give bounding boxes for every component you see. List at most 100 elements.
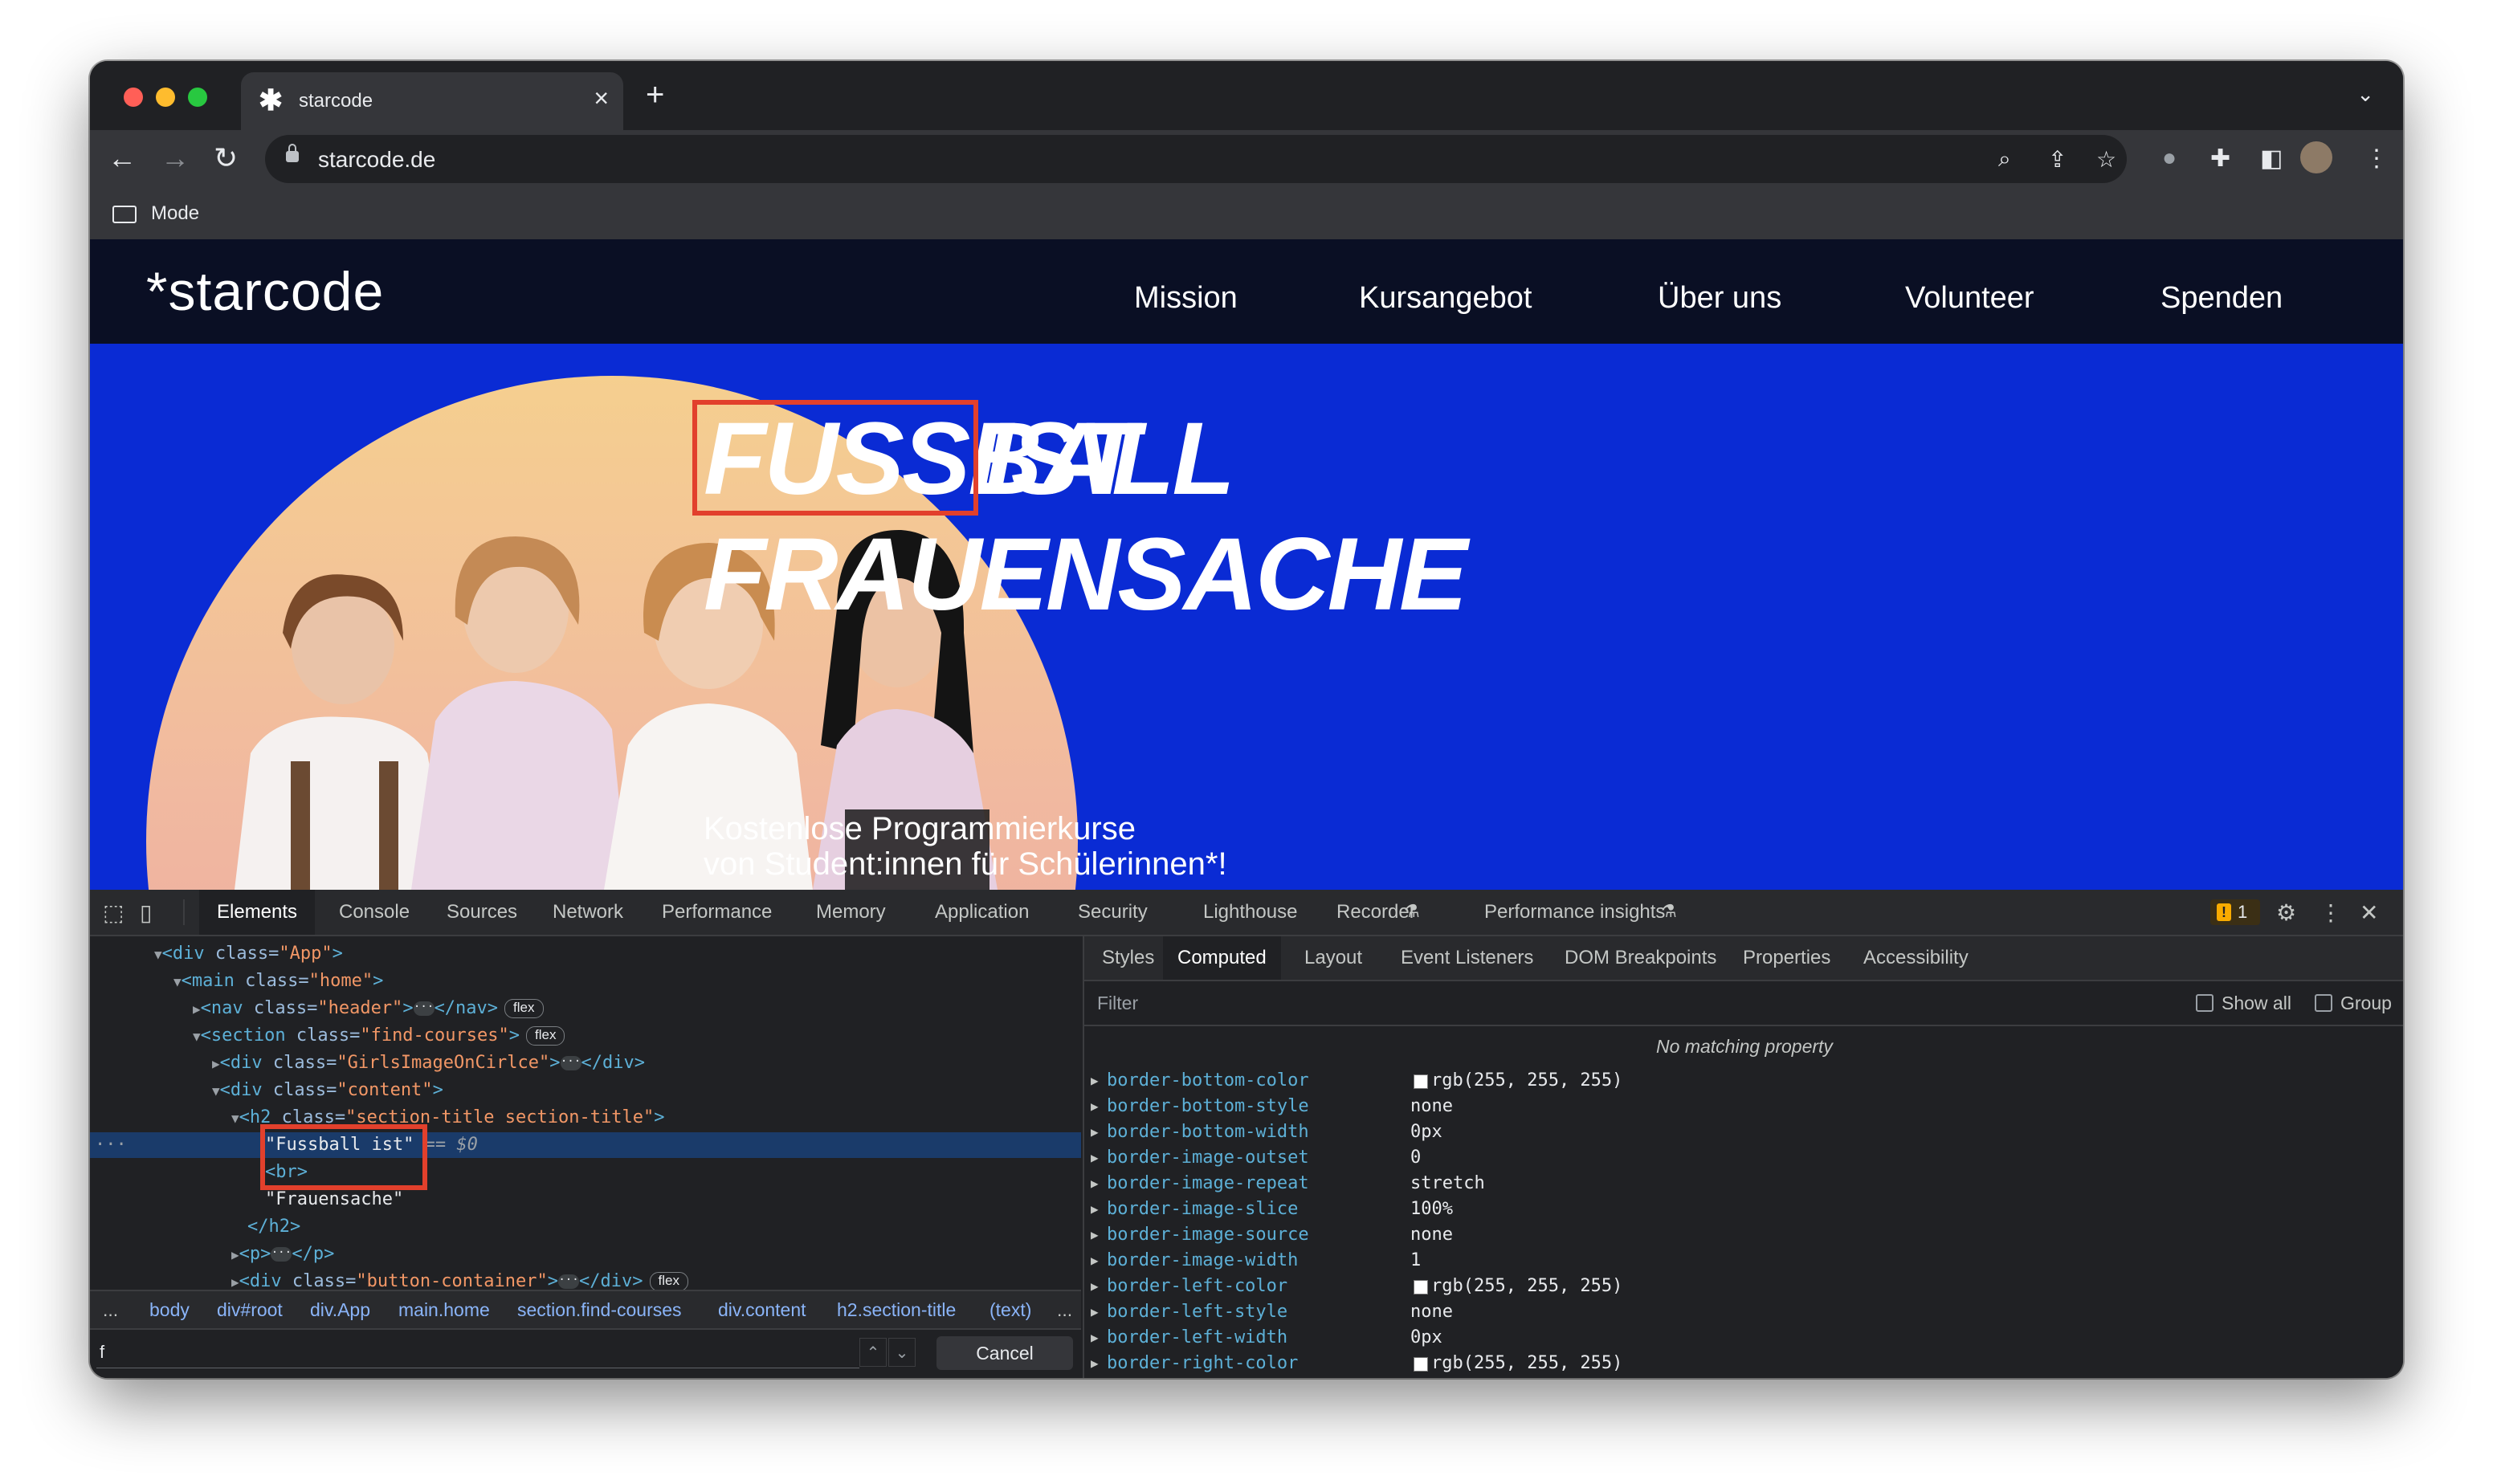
computed-property-row[interactable]: ▶ border-image-source none xyxy=(1084,1222,2403,1248)
dom-node[interactable]: ▼<h2 class="section-title section-title"… xyxy=(90,1105,1081,1131)
computed-property-row[interactable]: ▶ border-left-width 0px xyxy=(1084,1325,2403,1351)
dom-node[interactable]: ▶<nav class="header">···</nav> flex xyxy=(90,996,1081,1021)
expand-triangle-icon[interactable]: ▶ xyxy=(1091,1248,1099,1274)
expand-triangle-icon[interactable]: ▶ xyxy=(1091,1299,1099,1325)
ellipsis-icon[interactable]: ··· xyxy=(413,1001,435,1016)
nav-link-mission[interactable]: Mission xyxy=(1134,281,1238,316)
nav-link-ueber-uns[interactable]: Über uns xyxy=(1658,281,1781,316)
subtab-styles[interactable]: Styles xyxy=(1087,936,1169,980)
more-menu-icon[interactable]: ⋮ xyxy=(2364,145,2389,173)
cancel-search-button[interactable]: Cancel xyxy=(936,1336,1073,1370)
breadcrumb-main-home[interactable]: main.home xyxy=(398,1299,490,1321)
back-icon[interactable]: ← xyxy=(108,138,137,178)
new-tab-icon[interactable]: + xyxy=(646,79,664,111)
expand-triangle-icon[interactable]: ▶ xyxy=(1091,1351,1099,1376)
filter-input[interactable]: Filter xyxy=(1097,993,1138,1014)
tab-application[interactable]: Application xyxy=(917,890,1047,935)
color-swatch[interactable] xyxy=(1414,1280,1428,1294)
nav-link-volunteer[interactable]: Volunteer xyxy=(1905,281,2034,316)
search-prev-icon[interactable]: ⌃ xyxy=(859,1338,887,1367)
dom-node[interactable]: "Frauensache" xyxy=(90,1187,1081,1213)
dom-node[interactable]: <br> xyxy=(90,1160,1081,1185)
computed-property-row[interactable]: ▶ border-bottom-style none xyxy=(1084,1094,2403,1119)
maximize-window-button[interactable] xyxy=(188,88,207,107)
reload-icon[interactable]: ↻ xyxy=(214,138,238,178)
side-panel-icon[interactable]: ◧ xyxy=(2260,145,2283,173)
dom-node[interactable]: </h2> xyxy=(90,1214,1081,1240)
issues-badge[interactable]: ! 1 xyxy=(2210,899,2260,925)
site-logo[interactable]: *starcode xyxy=(146,260,384,323)
nav-link-spenden[interactable]: Spenden xyxy=(2160,281,2283,316)
subtab-computed[interactable]: Computed xyxy=(1163,936,1281,980)
extension-icon[interactable]: ● xyxy=(2162,145,2177,172)
tab-memory[interactable]: Memory xyxy=(798,890,904,935)
dom-node[interactable]: ▼<main class="home"> xyxy=(90,968,1081,994)
flex-badge[interactable]: flex xyxy=(649,1272,688,1290)
color-swatch[interactable] xyxy=(1414,1074,1428,1089)
show-all-label[interactable]: Show all xyxy=(2222,993,2291,1014)
computed-property-row[interactable]: ▶ border-left-style none xyxy=(1084,1299,2403,1325)
tab-performance[interactable]: Performance xyxy=(644,890,790,935)
tab-security[interactable]: Security xyxy=(1060,890,1165,935)
tab-search-chevron-icon[interactable]: ⌄ xyxy=(2356,82,2374,107)
expand-triangle-icon[interactable]: ▶ xyxy=(1091,1119,1099,1145)
computed-property-row[interactable]: ▶ border-image-width 1 xyxy=(1084,1248,2403,1274)
settings-gear-icon[interactable]: ⚙ xyxy=(2276,899,2296,926)
breadcrumb-h2-section-title[interactable]: h2.section-title xyxy=(837,1299,956,1321)
flex-badge[interactable]: flex xyxy=(526,1026,565,1046)
dom-node[interactable]: ▼<section class="find-courses"> flex xyxy=(90,1023,1081,1049)
dom-node-selected[interactable]: ··· "Fussball ist" == $0 xyxy=(90,1132,1081,1158)
search-icon[interactable]: ⌕ xyxy=(1998,146,2011,173)
breadcrumb-scroll-left[interactable]: ... xyxy=(103,1299,118,1321)
share-icon[interactable]: ⇪ xyxy=(2048,146,2067,173)
expand-triangle-icon[interactable]: ▶ xyxy=(1091,1171,1099,1197)
tab-lighthouse[interactable]: Lighthouse xyxy=(1185,890,1315,935)
breadcrumb-div-content[interactable]: div.content xyxy=(718,1299,806,1321)
subtab-layout[interactable]: Layout xyxy=(1290,936,1377,980)
tab-elements[interactable]: Elements xyxy=(199,890,316,935)
computed-property-row[interactable]: ▶ border-bottom-width 0px xyxy=(1084,1119,2403,1145)
breadcrumb-body[interactable]: body xyxy=(149,1299,190,1321)
computed-property-row[interactable]: ▶ border-right-color rgb(255, 255, 255) xyxy=(1084,1351,2403,1376)
breadcrumb-div-root[interactable]: div#root xyxy=(217,1299,283,1321)
computed-property-row[interactable]: ▶ border-image-repeat stretch xyxy=(1084,1171,2403,1197)
subtab-dom-breakpoints[interactable]: DOM Breakpoints xyxy=(1550,936,1731,980)
computed-property-row[interactable]: ▶ border-bottom-color rgb(255, 255, 255) xyxy=(1084,1068,2403,1094)
computed-property-row[interactable]: ▶ border-image-outset 0 xyxy=(1084,1145,2403,1171)
minimize-window-button[interactable] xyxy=(156,88,175,107)
computed-property-row[interactable]: ▶ border-image-slice 100% xyxy=(1084,1197,2403,1222)
ellipsis-icon[interactable]: ··· xyxy=(560,1056,581,1070)
flex-badge[interactable]: flex xyxy=(504,999,544,1018)
bookmark-mode[interactable]: Mode xyxy=(151,202,199,225)
subtab-event-listeners[interactable]: Event Listeners xyxy=(1386,936,1548,980)
tab-sources[interactable]: Sources xyxy=(429,890,535,935)
collapse-triangle-icon[interactable]: ▼ xyxy=(193,1029,201,1044)
close-tab-icon[interactable]: × xyxy=(594,84,609,113)
computed-property-row[interactable]: ▶ border-left-color rgb(255, 255, 255) xyxy=(1084,1274,2403,1299)
browser-tab[interactable]: ✱ starcode × xyxy=(241,72,623,130)
dom-node[interactable]: ▼<div class="App"> xyxy=(90,941,1081,967)
subtab-accessibility[interactable]: Accessibility xyxy=(1849,936,1983,980)
expand-triangle-icon[interactable]: ▶ xyxy=(193,1001,201,1017)
url-text[interactable]: starcode.de xyxy=(318,147,435,173)
expand-triangle-icon[interactable]: ▶ xyxy=(1091,1274,1099,1299)
bookmark-star-icon[interactable]: ☆ xyxy=(2096,146,2116,173)
expand-triangle-icon[interactable]: ▶ xyxy=(231,1274,239,1290)
puzzle-icon[interactable]: ✚ xyxy=(2210,145,2230,173)
collapse-triangle-icon[interactable]: ▼ xyxy=(212,1083,220,1099)
expand-triangle-icon[interactable]: ▶ xyxy=(1091,1068,1099,1094)
group-label[interactable]: Group xyxy=(2340,993,2392,1014)
devtools-more-icon[interactable]: ⋮ xyxy=(2320,899,2342,926)
color-swatch[interactable] xyxy=(1414,1357,1428,1372)
folder-icon[interactable] xyxy=(112,206,137,223)
expand-triangle-icon[interactable]: ▶ xyxy=(1091,1222,1099,1248)
expand-triangle-icon[interactable]: ▶ xyxy=(212,1056,220,1071)
breadcrumb-text[interactable]: (text) xyxy=(989,1299,1031,1321)
close-devtools-icon[interactable]: ✕ xyxy=(2360,899,2378,926)
collapse-triangle-icon[interactable]: ▼ xyxy=(231,1111,239,1126)
group-checkbox[interactable] xyxy=(2315,994,2332,1012)
breadcrumb-scroll-right[interactable]: ... xyxy=(1057,1299,1072,1321)
breadcrumb-section-find-courses[interactable]: section.find-courses xyxy=(517,1299,682,1321)
address-bar[interactable]: starcode.de ⌕ ⇪ ☆ xyxy=(265,135,2127,183)
dom-node[interactable]: ▼<div class="content"> xyxy=(90,1078,1081,1103)
